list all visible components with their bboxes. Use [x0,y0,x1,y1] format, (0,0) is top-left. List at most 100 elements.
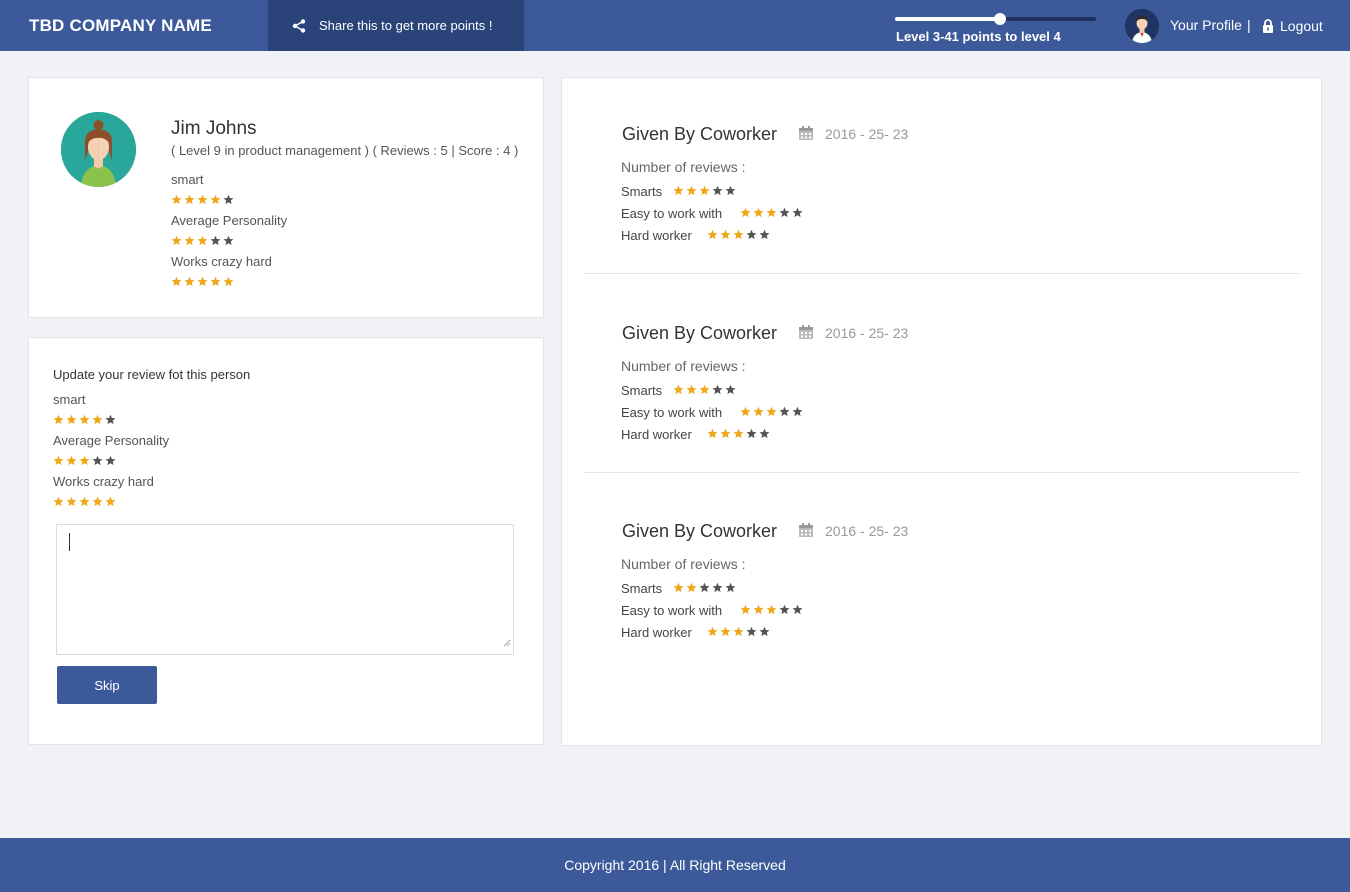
criterion-rating [740,207,803,218]
star-filled-icon [766,207,777,218]
profile-trait-rating [171,194,234,205]
star-filled-icon [171,194,182,205]
review-form-title: Update your review fot this person [53,367,251,382]
your-profile-link[interactable]: Your Profile [1170,0,1242,51]
star-filled-icon[interactable] [66,455,77,466]
profile-trait-rating [171,276,234,287]
copyright-text: Copyright 2016 | All Right Reserved [564,857,786,873]
star-filled-icon[interactable] [92,496,103,507]
profile-trait-rating [171,235,234,246]
star-filled-icon [197,194,208,205]
criterion-rating [707,626,770,637]
star-filled-icon [707,229,718,240]
star-filled-icon [699,185,710,196]
criterion-label: Hard worker [621,228,692,243]
star-filled-icon [740,604,751,615]
star-filled-icon [733,626,744,637]
star-empty-icon [725,185,736,196]
skip-button[interactable]: Skip [57,666,157,704]
star-empty-icon [779,406,790,417]
star-filled-icon [720,428,731,439]
star-filled-icon [184,235,195,246]
criterion-label: Smarts [621,184,663,199]
star-filled-icon[interactable] [66,414,77,425]
star-filled-icon [733,428,744,439]
star-empty-icon [779,207,790,218]
brand-name[interactable]: TBD COMPANY NAME [29,0,212,51]
star-filled-icon[interactable] [53,455,64,466]
star-empty-icon [792,406,803,417]
criterion-label: Smarts [621,581,663,596]
star-filled-icon [171,235,182,246]
calendar-icon [798,125,814,146]
criterion-label: Easy to work with [621,206,723,221]
person-avatar [61,112,136,187]
star-filled-icon [740,406,751,417]
star-empty-icon[interactable] [105,455,116,466]
criterion-rating [673,185,736,196]
star-filled-icon [210,194,221,205]
star-empty-icon [223,194,234,205]
review-date: 2016 - 25- 23 [825,325,909,341]
star-filled-icon[interactable] [53,414,64,425]
star-empty-icon [792,207,803,218]
number-of-reviews-label: Number of reviews : [621,159,746,175]
criterion-rating [707,229,770,240]
review-trait-rating-input[interactable] [53,496,116,507]
review-given-by: Given By Coworker [622,521,778,541]
star-empty-icon [223,235,234,246]
star-filled-icon[interactable] [79,414,90,425]
header-separator: | [1247,17,1251,33]
star-filled-icon [673,384,684,395]
star-empty-icon [759,428,770,439]
star-empty-icon [759,626,770,637]
number-of-reviews-label: Number of reviews : [621,358,746,374]
criterion-label: Easy to work with [621,603,723,618]
text-caret [69,533,70,551]
criterion-label: Hard worker [621,625,692,640]
review-trait-rating-input[interactable] [53,414,116,425]
entry-divider [584,273,1300,274]
star-filled-icon[interactable] [79,455,90,466]
star-empty-icon [699,582,710,593]
review-textarea[interactable] [56,524,514,655]
star-empty-icon [746,229,757,240]
star-filled-icon[interactable] [53,496,64,507]
level-text: Level 3-41 points to level 4 [896,29,1061,44]
criterion-rating [673,582,736,593]
star-filled-icon[interactable] [92,414,103,425]
star-filled-icon [171,276,182,287]
criterion-label: Easy to work with [621,405,723,420]
resize-grip-icon[interactable] [503,634,511,652]
share-button[interactable]: Share this to get more points ! [268,0,524,51]
star-filled-icon [753,207,764,218]
star-filled-icon[interactable] [66,496,77,507]
review-given-by: Given By Coworker [622,323,778,343]
logout-label: Logout [1280,17,1323,34]
star-filled-icon[interactable] [105,496,116,507]
review-given-by: Given By Coworker [622,124,778,144]
star-filled-icon [223,276,234,287]
star-empty-icon [779,604,790,615]
share-icon [292,18,306,33]
criterion-rating [707,428,770,439]
star-filled-icon [686,582,697,593]
star-filled-icon [766,406,777,417]
star-filled-icon [673,185,684,196]
profile-trait-label: smart [171,172,204,187]
star-empty-icon[interactable] [105,414,116,425]
criterion-rating [673,384,736,395]
profile-card: Jim Johns ( Level 9 in product managemen… [28,77,544,318]
profile-trait-label: Average Personality [171,213,288,228]
review-trait-rating-input[interactable] [53,455,116,466]
star-filled-icon [673,582,684,593]
review-form-card: Update your review fot this person smart… [28,337,544,745]
star-filled-icon [707,626,718,637]
calendar-icon [798,324,814,345]
logout-link[interactable]: Logout [1262,0,1323,51]
star-filled-icon[interactable] [79,496,90,507]
star-empty-icon[interactable] [92,455,103,466]
star-empty-icon [712,384,723,395]
user-avatar[interactable] [1125,9,1159,43]
star-empty-icon [712,582,723,593]
